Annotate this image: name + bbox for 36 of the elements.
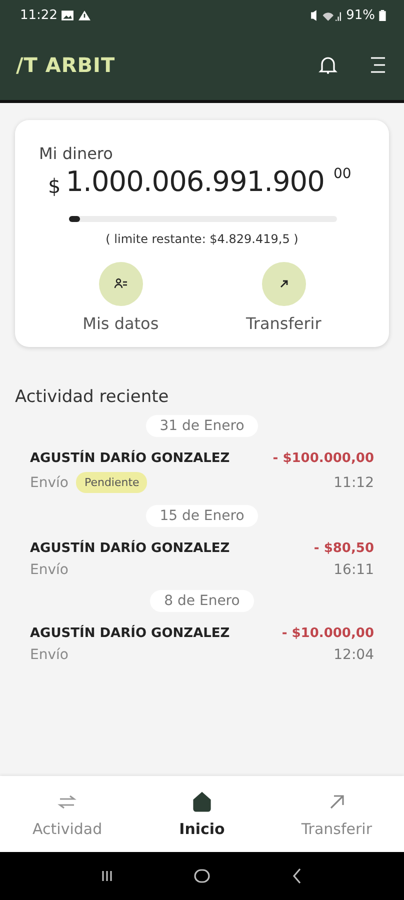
transaction-type: Envío bbox=[30, 474, 68, 490]
transaction-time: 16:11 bbox=[334, 562, 374, 578]
balance-amount: 1.000.006.991.900 bbox=[66, 165, 324, 198]
recipient-name: AGUSTÍN DARÍO GONZALEZ bbox=[30, 626, 230, 641]
recipient-name: AGUSTÍN DARÍO GONZALEZ bbox=[30, 451, 230, 466]
home-icon bbox=[190, 790, 214, 814]
status-time: 11:22 bbox=[20, 8, 58, 22]
nav-tab[interactable]: Actividad bbox=[0, 776, 135, 852]
nav-tab[interactable]: Inicio bbox=[134, 776, 270, 852]
transaction-time: 12:04 bbox=[334, 647, 374, 663]
action-button[interactable]: Transferir bbox=[246, 262, 322, 333]
signal-icon bbox=[310, 10, 342, 20]
home-button-icon[interactable] bbox=[192, 866, 212, 886]
date-chip: 15 de Enero bbox=[146, 505, 258, 527]
transaction-amount: - $10.000,00 bbox=[282, 626, 374, 641]
transaction-time: 11:12 bbox=[334, 474, 374, 490]
action-button[interactable]: Mis datos bbox=[82, 262, 159, 333]
nav-tab[interactable]: Transferir bbox=[269, 776, 404, 852]
battery-level: 91% bbox=[346, 8, 375, 22]
remaining-limit: ( limite restante: $4.829.419,5 ) bbox=[104, 232, 300, 246]
recipient-name: AGUSTÍN DARÍO GONZALEZ bbox=[30, 541, 230, 556]
transaction-amount: - $80,50 bbox=[314, 541, 374, 556]
image-icon bbox=[61, 10, 74, 20]
transaction-type: Envío bbox=[30, 562, 68, 578]
status-badge: Pendiente bbox=[76, 472, 148, 493]
battery-icon bbox=[379, 10, 386, 20]
transaction-amount: - $100.000,00 bbox=[272, 451, 374, 466]
transaction-type: Envío bbox=[30, 647, 68, 663]
balance-title: Mi dinero bbox=[39, 144, 114, 163]
balance-cents: 00 bbox=[333, 166, 352, 182]
date-chip: 31 de Enero bbox=[146, 415, 258, 437]
date-chip: 8 de Enero bbox=[150, 590, 254, 612]
section-title: Actividad reciente bbox=[15, 387, 170, 407]
currency-sign: $ bbox=[48, 174, 61, 198]
app-logo: /T ARBIT bbox=[16, 53, 116, 77]
warning-icon bbox=[78, 10, 92, 20]
